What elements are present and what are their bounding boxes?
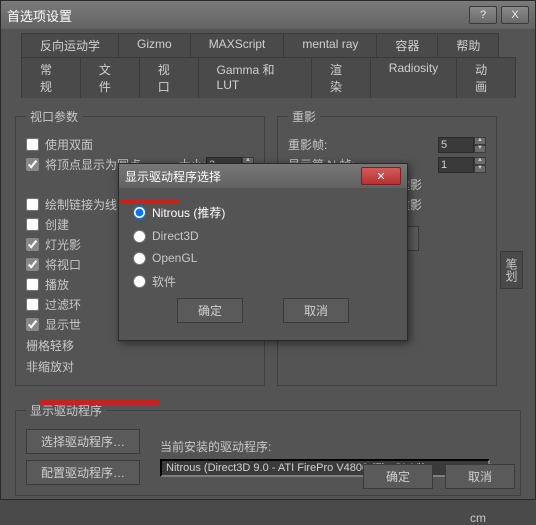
- tab-animation[interactable]: 动画: [456, 57, 516, 98]
- help-button[interactable]: ?: [469, 6, 497, 24]
- tab-render[interactable]: 渲染: [311, 57, 371, 98]
- d3d-label: Direct3D: [152, 229, 199, 243]
- dialog-title: 显示驱动程序选择: [125, 168, 221, 185]
- tab-gizmo[interactable]: Gizmo: [118, 33, 191, 57]
- choose-driver-button[interactable]: 选择驱动程序…: [26, 429, 140, 454]
- nitrous-radio[interactable]: [133, 206, 146, 219]
- ogl-label: OpenGL: [152, 251, 197, 265]
- tab-radiosity[interactable]: Radiosity: [370, 57, 457, 98]
- tab-gamma[interactable]: Gamma 和 LUT: [198, 57, 312, 98]
- nth-input[interactable]: [438, 157, 474, 173]
- config-driver-button[interactable]: 配置驱动程序…: [26, 460, 140, 485]
- tab-maxscript[interactable]: MAXScript: [190, 33, 285, 57]
- play-checkbox[interactable]: [26, 278, 39, 291]
- use-double-label: 使用双面: [45, 136, 93, 153]
- lookview-checkbox[interactable]: [26, 258, 39, 271]
- window-title: 首选项设置: [7, 6, 72, 25]
- ogl-radio[interactable]: [133, 252, 146, 265]
- tab-file[interactable]: 文件: [80, 57, 140, 98]
- dialog-ok-button[interactable]: 确定: [177, 298, 243, 323]
- software-radio[interactable]: [133, 275, 146, 288]
- draw-link-checkbox[interactable]: [26, 198, 39, 211]
- annotation-underline-1: [120, 200, 180, 204]
- create-checkbox[interactable]: [26, 218, 39, 231]
- d3d-radio[interactable]: [133, 230, 146, 243]
- filter-checkbox[interactable]: [26, 298, 39, 311]
- tab-mentalray[interactable]: mental ray: [283, 33, 377, 57]
- dialog-title-bar: 显示驱动程序选择 ✕: [119, 164, 407, 188]
- annotation-underline-2: [40, 400, 160, 405]
- use-double-checkbox[interactable]: [26, 138, 39, 151]
- dialog-cancel-button[interactable]: 取消: [283, 298, 349, 323]
- viewport-params-legend: 视口参数: [26, 108, 82, 125]
- tab-general[interactable]: 常规: [21, 57, 81, 98]
- driver-select-dialog: 显示驱动程序选择 ✕ Nitrous (推荐) Direct3D OpenGL …: [118, 163, 408, 341]
- cancel-button[interactable]: 取消: [445, 464, 515, 489]
- nitrous-label: Nitrous (推荐): [152, 204, 225, 221]
- ok-button[interactable]: 确定: [363, 464, 433, 489]
- redraw-legend: 重影: [288, 108, 320, 125]
- software-label: 软件: [152, 273, 176, 290]
- non-scale-label: 非缩放对: [26, 358, 254, 375]
- unit-suffix: cm: [470, 511, 486, 525]
- dialog-close-button[interactable]: ✕: [361, 167, 401, 185]
- ghost-frames-label: 重影帧:: [288, 136, 327, 153]
- tab-viewport[interactable]: 视口: [139, 57, 199, 98]
- close-button[interactable]: X: [501, 6, 529, 24]
- tab-container[interactable]: 容器: [376, 33, 438, 57]
- draw-link-label: 绘制链接为线: [45, 196, 117, 213]
- vertex-dot-checkbox[interactable]: [26, 158, 39, 171]
- tab-help[interactable]: 帮助: [437, 33, 499, 57]
- brush-side-tab[interactable]: 笔划: [500, 251, 523, 289]
- light-checkbox[interactable]: [26, 238, 39, 251]
- tabs-container: 反向运动学 Gizmo MAXScript mental ray 容器 帮助 常…: [1, 29, 535, 98]
- ghost-frames-input[interactable]: [438, 137, 474, 153]
- current-driver-label: 当前安装的驱动程序:: [160, 438, 490, 455]
- title-bar: 首选项设置 ? X: [1, 1, 535, 29]
- tab-ik[interactable]: 反向运动学: [21, 33, 119, 57]
- show-checkbox[interactable]: [26, 318, 39, 331]
